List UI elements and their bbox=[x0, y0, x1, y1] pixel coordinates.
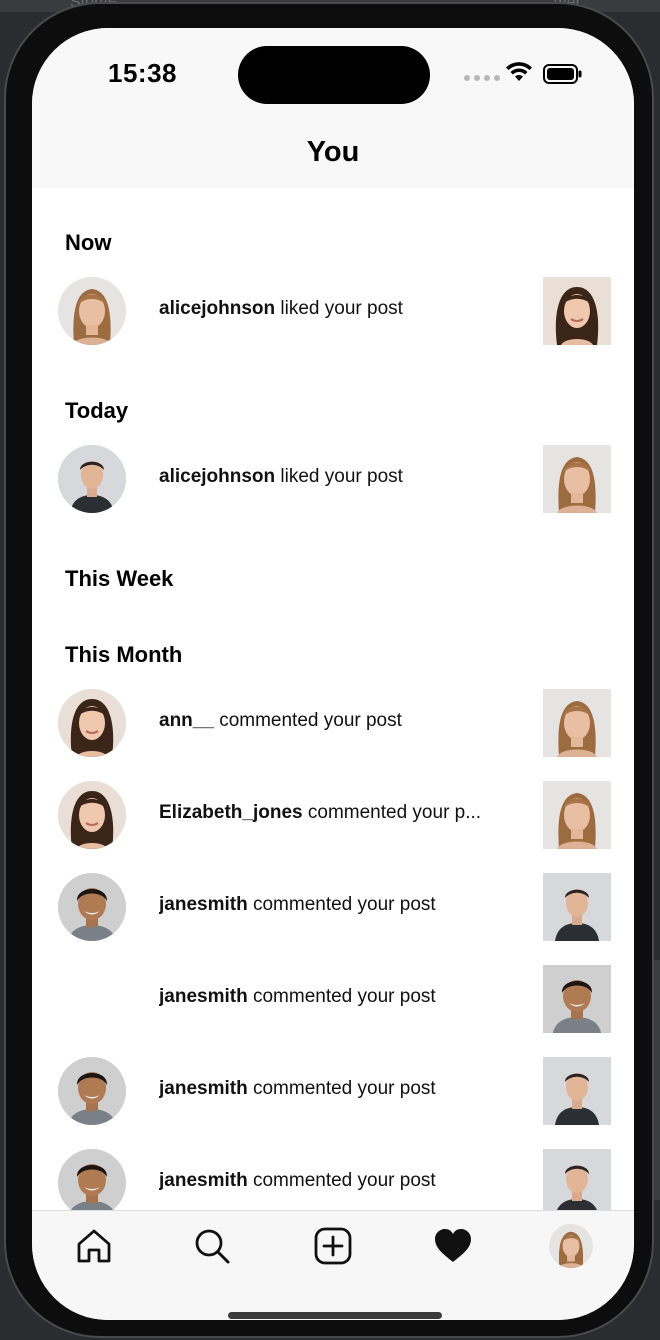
username[interactable]: janesmith bbox=[159, 1078, 248, 1099]
page-title: You bbox=[306, 136, 360, 168]
notification-action: commented your post bbox=[252, 986, 436, 1007]
notification-row[interactable]: alicejohnson liked your post bbox=[32, 276, 634, 346]
section-header-today: Today bbox=[65, 398, 129, 423]
notification-action: commented your post bbox=[252, 894, 436, 915]
navigation-header: 15:38 You bbox=[32, 28, 634, 188]
wifi-icon bbox=[506, 62, 532, 81]
notification-row[interactable]: janesmith commented your post bbox=[32, 872, 634, 942]
avatar[interactable] bbox=[58, 445, 126, 513]
notification-action: commented your post bbox=[252, 1078, 436, 1099]
search-icon bbox=[195, 1229, 230, 1264]
phone-screen: 15:38 You Now Today This Week This Month bbox=[32, 28, 634, 1320]
profile-avatar bbox=[549, 1224, 593, 1268]
cellular-signal-icon bbox=[464, 75, 500, 81]
home-icon bbox=[77, 1229, 111, 1263]
notification-action: liked your post bbox=[280, 298, 403, 319]
post-thumbnail[interactable] bbox=[543, 965, 611, 1033]
section-header-now: Now bbox=[65, 230, 112, 255]
post-thumbnail[interactable] bbox=[543, 277, 611, 345]
add-post-icon bbox=[314, 1227, 352, 1265]
avatar[interactable] bbox=[58, 1057, 126, 1125]
notification-row[interactable]: janesmith commented your post bbox=[32, 964, 634, 1034]
notification-row[interactable]: janesmith commented your post bbox=[32, 1148, 634, 1218]
notification-row[interactable]: janesmith commented your post bbox=[32, 1056, 634, 1126]
tab-search[interactable] bbox=[182, 1221, 242, 1271]
post-thumbnail[interactable] bbox=[543, 445, 611, 513]
avatar[interactable] bbox=[58, 873, 126, 941]
heart-icon bbox=[435, 1229, 471, 1262]
username[interactable]: janesmith bbox=[159, 894, 248, 915]
home-indicator bbox=[228, 1312, 442, 1319]
tab-bar bbox=[32, 1210, 634, 1320]
post-thumbnail[interactable] bbox=[543, 1149, 611, 1217]
username[interactable]: ann__ bbox=[159, 710, 214, 731]
section-header-this-month: This Month bbox=[65, 642, 183, 667]
notification-action: liked your post bbox=[280, 466, 403, 487]
tab-profile[interactable] bbox=[541, 1221, 601, 1271]
username[interactable]: alicejohnson bbox=[159, 466, 275, 487]
post-thumbnail[interactable] bbox=[543, 781, 611, 849]
notification-action: commented your p... bbox=[307, 802, 482, 823]
notification-row[interactable]: ann__ commented your post bbox=[32, 688, 634, 758]
avatar[interactable] bbox=[58, 1149, 126, 1217]
notification-action: commented your post bbox=[252, 1170, 436, 1191]
tab-home[interactable] bbox=[64, 1221, 124, 1271]
post-thumbnail[interactable] bbox=[543, 1057, 611, 1125]
notification-action: commented your post bbox=[219, 710, 402, 731]
username[interactable]: alicejohnson bbox=[159, 298, 275, 319]
post-thumbnail[interactable] bbox=[543, 873, 611, 941]
section-header-this-week: This Week bbox=[65, 566, 174, 591]
status-time: 15:38 bbox=[108, 58, 177, 88]
username[interactable]: janesmith bbox=[159, 1170, 248, 1191]
tab-activity[interactable] bbox=[423, 1221, 483, 1271]
avatar[interactable] bbox=[58, 689, 126, 757]
battery-icon bbox=[543, 64, 582, 84]
username[interactable]: Elizabeth_jones bbox=[159, 802, 303, 823]
phone-frame: 15:38 You Now Today This Week This Month bbox=[4, 2, 654, 1338]
post-thumbnail[interactable] bbox=[543, 689, 611, 757]
notification-row[interactable]: Elizabeth_jones commented your p... bbox=[32, 780, 634, 850]
avatar[interactable] bbox=[58, 781, 126, 849]
dynamic-island bbox=[238, 46, 430, 104]
tab-new-post[interactable] bbox=[303, 1221, 363, 1271]
notification-row[interactable]: alicejohnson liked your post bbox=[32, 444, 634, 514]
username[interactable]: janesmith bbox=[159, 986, 248, 1007]
avatar[interactable] bbox=[58, 277, 126, 345]
